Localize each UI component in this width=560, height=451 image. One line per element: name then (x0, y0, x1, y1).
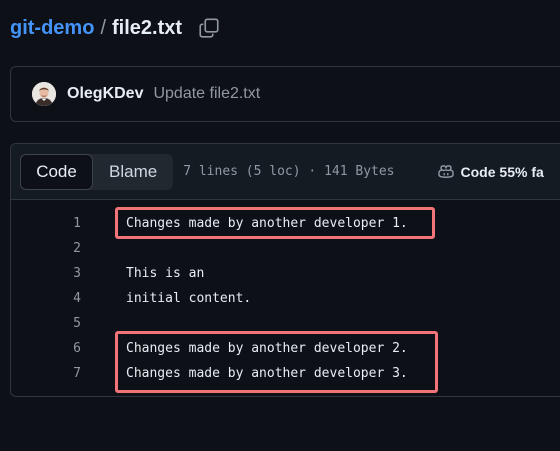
line-number[interactable]: 5 (11, 316, 81, 331)
line-number[interactable]: 3 (11, 266, 81, 281)
line-number[interactable]: 1 (11, 216, 81, 231)
line-content: Changes made by another developer 1. (126, 216, 408, 231)
commit-author-link[interactable]: OlegKDev (67, 85, 143, 103)
code-line: 7 Changes made by another developer 3. (11, 361, 560, 386)
code-line: 6 Changes made by another developer 2. (11, 336, 560, 361)
breadcrumb: git-demo / file2.txt (10, 14, 220, 42)
code-line: 4 initial content. (11, 286, 560, 311)
line-number[interactable]: 2 (11, 241, 81, 256)
file-viewer: Code Blame 7 lines (5 loc) · 141 Bytes C… (10, 143, 560, 397)
file-view-page: git-demo / file2.txt OlegKDev Update fil… (0, 0, 560, 451)
line-number[interactable]: 4 (11, 291, 81, 306)
commit-message-link[interactable]: Update file2.txt (153, 85, 260, 103)
copilot-label: Code 55% fa (460, 163, 544, 180)
latest-commit-box: OlegKDev Update file2.txt (10, 66, 560, 122)
code-line: 1 Changes made by another developer 1. (11, 211, 560, 236)
code-line: 5 (11, 311, 560, 336)
code-blame-toggle: Code Blame (20, 153, 174, 190)
copy-icon (199, 18, 219, 38)
line-number[interactable]: 7 (11, 366, 81, 381)
file-meta-info: 7 lines (5 loc) · 141 Bytes (183, 164, 395, 179)
code-line: 3 This is an (11, 261, 560, 286)
code-line: 2 (11, 236, 560, 261)
tab-code[interactable]: Code (20, 153, 93, 190)
breadcrumb-repo-link[interactable]: git-demo (10, 17, 94, 40)
copy-path-button[interactable] (198, 17, 220, 39)
copilot-code-button[interactable]: Code 55% fa (437, 164, 544, 180)
avatar[interactable] (32, 82, 56, 106)
breadcrumb-file-name: file2.txt (112, 16, 183, 39)
code-body: 1 Changes made by another developer 1. 2… (11, 200, 560, 386)
line-content: Changes made by another developer 3. (126, 366, 408, 381)
breadcrumb-separator: / (100, 16, 106, 39)
copilot-icon (437, 164, 455, 180)
file-header: Code Blame 7 lines (5 loc) · 141 Bytes C… (11, 144, 560, 200)
tab-blame[interactable]: Blame (93, 154, 173, 190)
line-content: Changes made by another developer 2. (126, 341, 408, 356)
line-content: This is an (126, 266, 205, 281)
line-content: initial content. (126, 291, 252, 306)
line-number[interactable]: 6 (11, 341, 81, 356)
